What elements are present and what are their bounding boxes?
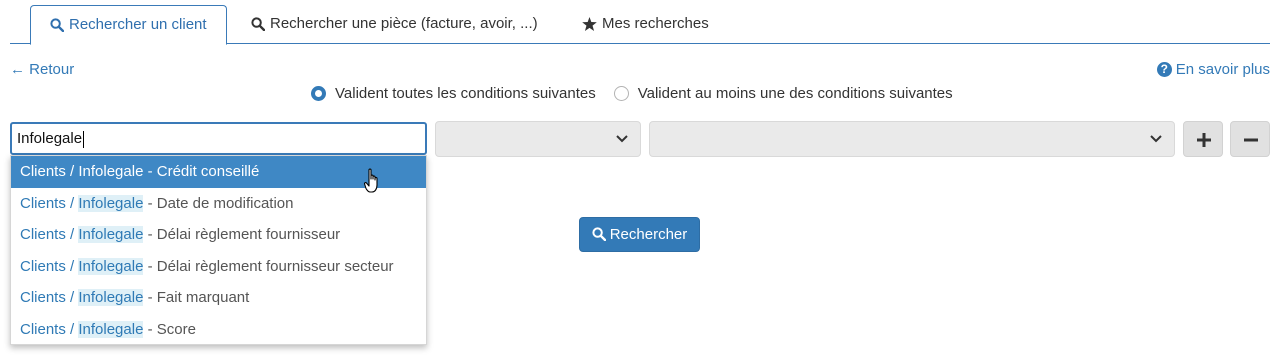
option-match-highlight: Infolegale — [78, 320, 144, 338]
search-icon — [50, 18, 64, 33]
radio-any-condition[interactable]: Valident au moins une des conditions sui… — [613, 84, 953, 102]
option-prefix: Clients / — [20, 257, 79, 275]
radio-label: Valident au moins une des conditions sui… — [637, 84, 953, 102]
help-label: En savoir plus — [1175, 61, 1270, 78]
option-suffix: - Délai règlement fournisseur secteur — [143, 257, 394, 275]
chevron-down-icon — [616, 135, 628, 143]
option-prefix: Clients / — [20, 226, 79, 243]
star-icon — [582, 17, 597, 32]
option-suffix: - Crédit conseillé — [143, 163, 260, 180]
option-match-highlight: Infolegale — [78, 194, 144, 212]
option-suffix: - Délai règlement fournisseur — [143, 226, 341, 243]
tab-label: Mes recherches — [602, 15, 709, 32]
option-prefix: Clients / — [20, 163, 79, 180]
chevron-down-icon — [1150, 135, 1162, 143]
tab-my-searches[interactable]: Mes recherches — [563, 5, 728, 44]
match-mode-radio-group: Valident toutes les conditions suivantes… — [311, 84, 953, 102]
search-icon — [592, 226, 606, 241]
option-suffix: - Score — [143, 320, 196, 338]
option-prefix: Clients / — [20, 289, 79, 306]
option-suffix: - Fait marquant — [143, 289, 250, 306]
option-prefix: Clients / — [20, 320, 79, 338]
option-prefix: Clients / — [20, 194, 79, 212]
value-select[interactable] — [649, 121, 1175, 157]
back-link[interactable]: ← Retour — [10, 61, 74, 78]
option-match-highlight: Infolegale — [78, 257, 144, 275]
plus-icon — [1197, 133, 1211, 147]
operator-select[interactable] — [435, 121, 641, 157]
radio-button-checked[interactable] — [311, 85, 326, 101]
option-match-highlight: Infolegale — [78, 226, 144, 243]
radio-button-unchecked[interactable] — [613, 85, 629, 101]
minus-icon — [1244, 138, 1258, 142]
remove-condition-button[interactable] — [1230, 121, 1270, 157]
tab-label: Rechercher une pièce (facture, avoir, ..… — [270, 15, 538, 32]
autocomplete-option[interactable]: Clients / Infolegale - Délai règlement f… — [11, 219, 426, 251]
search-icon — [251, 17, 265, 32]
radio-all-conditions[interactable]: Valident toutes les conditions suivantes — [311, 85, 596, 102]
field-input-value: Infolegale — [17, 130, 83, 147]
field-search-input[interactable]: Infolegale — [10, 122, 427, 155]
option-match: Infolegale — [78, 163, 144, 180]
autocomplete-option[interactable]: Clients / Infolegale - Délai règlement f… — [11, 251, 426, 283]
radio-label: Valident toutes les conditions suivantes — [335, 84, 596, 102]
hand-cursor-icon — [364, 168, 378, 193]
search-tabs: Rechercher un client Rechercher une pièc… — [10, 5, 1270, 45]
search-button[interactable]: Rechercher — [579, 217, 700, 252]
add-condition-button[interactable] — [1183, 121, 1223, 157]
tab-search-document[interactable]: Rechercher une pièce (facture, avoir, ..… — [232, 5, 557, 44]
option-match-highlight: Infolegale — [78, 289, 144, 306]
autocomplete-option[interactable]: Clients / Infolegale - Score — [11, 314, 426, 346]
help-icon: ? — [1156, 62, 1172, 77]
tab-search-client[interactable]: Rechercher un client — [30, 5, 227, 45]
text-caret — [83, 130, 85, 148]
tab-label: Rechercher un client — [69, 16, 207, 33]
autocomplete-option[interactable]: Clients / Infolegale - Fait marquant — [11, 282, 426, 314]
option-suffix: - Date de modification — [143, 194, 294, 212]
help-link[interactable]: ? En savoir plus — [1156, 61, 1270, 78]
search-button-label: Rechercher — [609, 226, 688, 243]
